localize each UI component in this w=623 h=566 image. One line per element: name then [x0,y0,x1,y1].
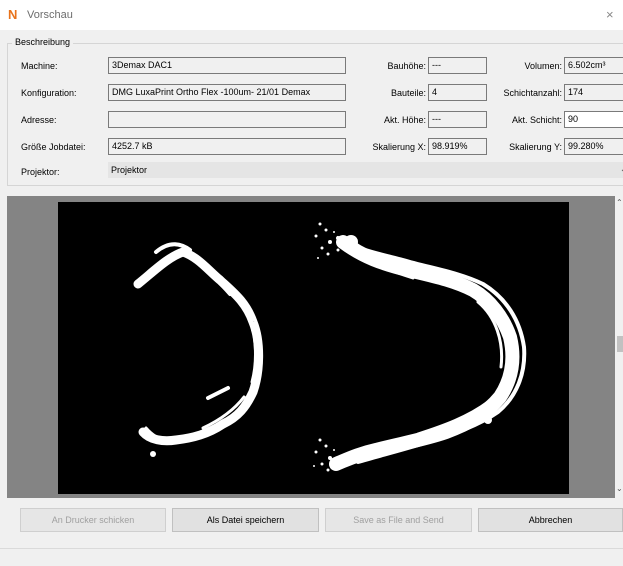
build-height-label: Bauhöhe: [387,61,426,71]
group-legend: Beschreibung [12,37,74,47]
volume-field: 6.502cm³ [564,57,623,74]
machine-field: 3Demax DAC1 [108,57,346,74]
config-label: Konfiguration: [21,88,77,98]
scale-x-label: Skalierung X: [372,142,426,152]
projector-select[interactable]: Projektor ⌄ [108,162,623,178]
volume-label: Volumen: [524,61,562,71]
send-to-printer-button[interactable]: An Drucker schicken [20,508,166,532]
current-layer-field[interactable]: 90 [564,111,623,128]
layer-slice-graphic [133,222,527,472]
filesize-label: Größe Jobdatei: [21,142,86,152]
scale-y-label: Skalierung Y: [509,142,562,152]
current-layer-label: Akt. Schicht: [511,115,562,125]
parts-label: Bauteile: [390,88,426,98]
footer-divider [0,548,623,549]
chevron-down-icon[interactable]: ⌄ [620,162,623,178]
window-title: Vorschau [27,9,73,21]
layer-count-field: 174 [564,84,623,101]
save-as-file-button[interactable]: Als Datei speichern [172,508,319,532]
scroll-down-icon[interactable]: ⌄ [616,484,623,493]
close-icon[interactable]: × [606,6,623,24]
layer-count-label: Schichtanzahl: [503,88,562,98]
current-height-label: Akt. Höhe: [383,115,426,125]
scale-y-field: 99.280% [564,138,623,155]
address-field [108,111,346,128]
scrollbar-thumb[interactable] [617,336,623,352]
scroll-up-icon[interactable]: ⌃ [616,198,623,207]
config-field: DMG LuxaPrint Ortho Flex -100um- 21/01 D… [108,84,346,101]
machine-label: Machine: [21,61,58,71]
layer-preview-image [58,202,569,494]
cancel-button[interactable]: Abbrechen [478,508,623,532]
scale-x-field: 98.919% [428,138,487,155]
current-height-field: --- [428,111,487,128]
projector-label: Projektor: [21,167,60,177]
address-label: Adresse: [21,115,57,125]
save-and-send-button[interactable]: Save as File and Send [325,508,472,532]
build-height-field: --- [428,57,487,74]
app-logo-icon: N [8,7,18,22]
projector-select-value: Projektor [111,165,148,175]
title-bar: N Vorschau × [0,0,623,30]
parts-field: 4 [428,84,487,101]
filesize-field: 4252.7 kB [108,138,346,155]
vertical-scrollbar[interactable]: ⌃ ⌄ [615,196,623,498]
